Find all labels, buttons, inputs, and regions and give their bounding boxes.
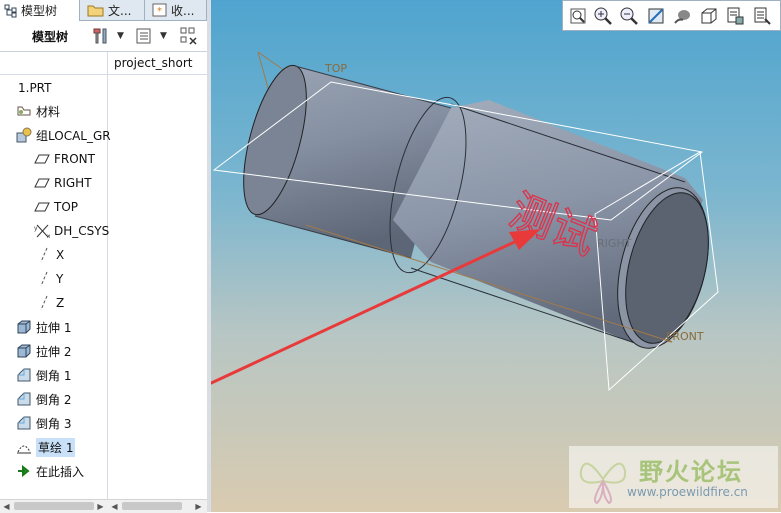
datum-display-icon[interactable] [725,6,745,26]
settings-tools-icon[interactable] [92,27,110,45]
tree-item-insert-here[interactable]: 在此插入 [0,459,123,483]
tree-item-axis-y[interactable]: Y [0,267,143,291]
chamfer-icon [16,367,32,383]
datum-plane-icon [34,199,50,215]
tab-label: 收... [171,3,195,18]
tree-item-label: Y [56,272,64,286]
show-list-icon[interactable] [135,27,153,45]
chamfer-icon [16,415,32,431]
tree-item-group[interactable]: 组LOCAL_GR [0,123,123,147]
tree-item-sketch-1[interactable]: 草绘 1 [0,435,123,459]
column-header-project-short[interactable]: project_short [114,56,193,70]
model-tree-title: 模型树 [32,30,69,44]
tree-item-part[interactable]: 1.PRT [0,76,125,100]
tree-item-label: Z [56,296,65,310]
insert-here-icon [16,463,32,479]
graphics-viewport[interactable]: TOP FRONT RIGHT 测试 [211,0,781,512]
datum-plane-icon [34,175,50,191]
tree-item-material[interactable]: 材料 [0,99,123,123]
datum-axis-icon [36,247,52,263]
model-tree-icon [4,4,17,17]
chevron-down-icon[interactable]: ▼ [160,31,167,41]
tree-item-label: FRONT [54,152,95,166]
extrude-icon [16,343,32,359]
svg-text:y: y [34,225,38,232]
tree-item-label: X [56,248,65,262]
model-tree-toolbar: 模型树 ▼ ▼ [0,21,207,52]
tab-folder-browser[interactable]: 文... [83,0,145,20]
plane-label-top: TOP [324,62,347,75]
tree-item-label: 拉伸 1 [36,320,72,335]
horizontal-scrollbar[interactable]: ◀ ▶ ◀ ▶ [0,499,207,513]
tree-item-extrude-2[interactable]: 拉伸 2 [0,339,123,363]
tree-column-header: project_short [0,52,207,75]
zoom-in-icon[interactable] [593,6,613,26]
tree-item-chamfer-3[interactable]: 倒角 3 [0,411,123,435]
tree-item-axis-x[interactable]: X [0,243,143,267]
scroll-left-icon[interactable]: ◀ [0,500,13,513]
shading-icon[interactable] [673,6,693,26]
tree-item-label: 倒角 2 [36,392,72,407]
annotation-display-icon[interactable] [752,6,772,26]
material-icon [16,103,32,119]
folder-icon [87,5,104,17]
tab-label: 模型树 [21,4,58,18]
model-canvas[interactable]: TOP FRONT RIGHT 测试 [211,0,781,512]
sketch-icon [16,439,32,455]
watermark-brand: 野火论坛 [639,458,743,486]
csys-icon: yx [34,223,50,239]
navigator-tabs: 模型树 文... * 收... [0,0,207,21]
tree-item-label: DH_CSYS [54,224,110,238]
graphics-toolbar [562,0,781,31]
tree-item-label: 1.PRT [18,81,52,95]
saved-views-icon[interactable] [699,6,719,26]
tree-item-label: 拉伸 2 [36,344,72,359]
svg-text:*: * [157,6,162,17]
tree-item-label: 材料 [36,104,61,119]
plane-label-right: RIGHT [597,237,632,250]
watermark-url: www.proewildfire.cn [627,485,748,499]
group-icon [16,127,32,143]
tree-item-chamfer-1[interactable]: 倒角 1 [0,363,123,387]
tree-item-label: 组LOCAL_GR [36,128,111,143]
tab-favorites[interactable]: * 收... [148,0,207,20]
tree-item-front[interactable]: FRONT [0,147,141,171]
plane-label-front: FRONT [666,330,704,343]
tree-item-label: 草绘 1 [36,437,76,457]
refit-icon[interactable] [568,6,588,26]
scroll-left-icon[interactable]: ◀ [108,500,121,513]
chamfer-icon [16,391,32,407]
favorites-icon: * [152,3,167,17]
datum-axis-icon [36,295,52,311]
scroll-right-icon[interactable]: ▶ [94,500,107,513]
repaint-icon[interactable] [646,6,666,26]
extrude-icon [16,319,32,335]
scroll-thumb[interactable] [122,502,182,510]
tree-item-label: RIGHT [54,176,92,190]
chevron-down-icon[interactable]: ▼ [117,31,124,41]
model-tree-panel: 模型树 文... * 收... 模型树 ▼ ▼ project_short 1.… [0,0,208,513]
svg-text:x: x [47,233,50,239]
forum-watermark: 野火论坛 www.proewildfire.cn [569,446,778,508]
tree-item-axis-z[interactable]: Z [0,291,143,315]
datum-plane-icon [34,151,50,167]
tree-item-extrude-1[interactable]: 拉伸 1 [0,315,123,339]
tree-item-label: 在此插入 [36,464,85,479]
datum-axis-icon [36,271,52,287]
tree-item-top[interactable]: TOP [0,195,141,219]
tab-label: 文... [108,3,132,18]
tree-item-label: 倒角 3 [36,416,72,431]
tab-model-tree[interactable]: 模型树 [0,0,80,21]
tree-item-label: TOP [54,200,79,214]
scroll-thumb[interactable] [14,502,94,510]
zoom-out-icon[interactable] [619,6,639,26]
tree-item-chamfer-2[interactable]: 倒角 2 [0,387,123,411]
tree-item-right[interactable]: RIGHT [0,171,141,195]
butterfly-logo-icon [579,462,627,505]
scroll-right-icon[interactable]: ▶ [192,500,205,513]
tree-item-label: 倒角 1 [36,368,72,383]
tree-item-csys[interactable]: yx DH_CSYS [0,219,141,243]
tree-filter-icon[interactable] [180,27,198,45]
